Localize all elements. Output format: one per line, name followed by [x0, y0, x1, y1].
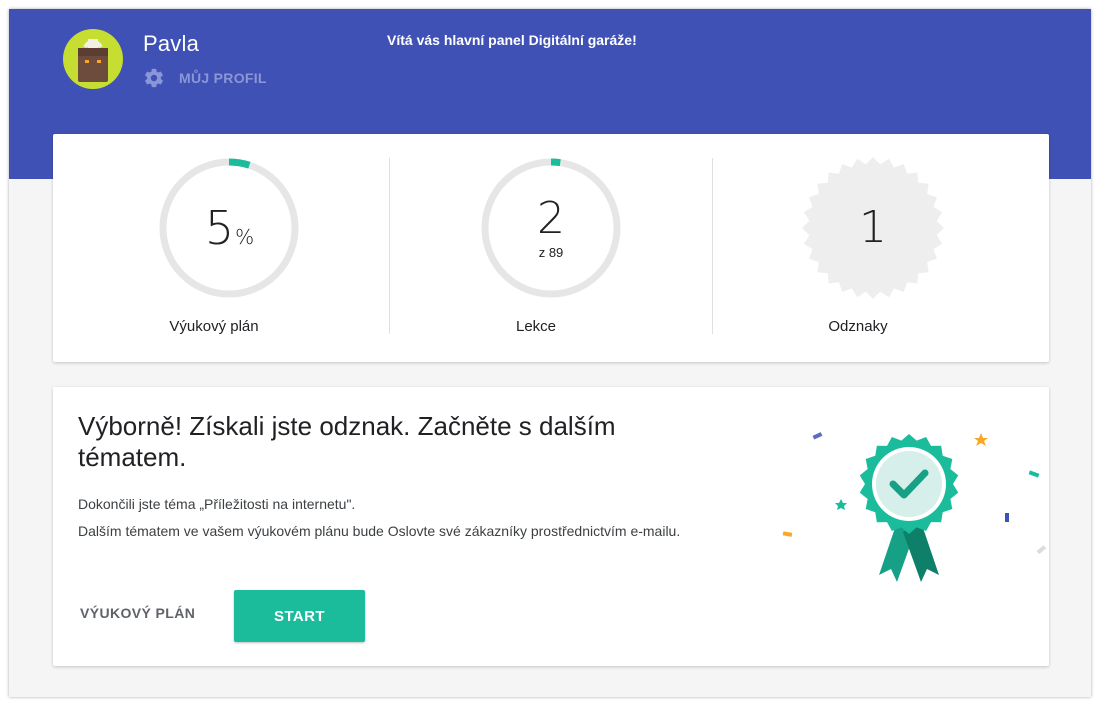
my-profile-link[interactable]: MŮJ PROFIL: [143, 67, 267, 89]
next-topic-card: Výborně! Získali jste odznak. Začněte s …: [53, 387, 1049, 666]
briefcase-avatar-icon: [78, 39, 108, 82]
next-topic-text: Dalším tématem ve vašem výukovém plánu b…: [78, 523, 681, 539]
learning-plan-button[interactable]: VÝUKOVÝ PLÁN: [80, 605, 195, 621]
stat-learning-plan[interactable]: 5% Výukový plán: [53, 134, 375, 362]
my-profile-label: MŮJ PROFIL: [179, 70, 267, 86]
start-button[interactable]: START: [234, 590, 365, 642]
card-heading: Výborně! Získali jste odznak. Začněte s …: [78, 411, 616, 472]
stat-lessons[interactable]: 2 z 89 Lekce: [375, 134, 697, 362]
learning-plan-label: Výukový plán: [169, 318, 259, 335]
stats-card: 5% Výukový plán 2 z 89 Lekce 1 Odznaky: [53, 134, 1049, 362]
lessons-label: Lekce: [515, 318, 557, 335]
card-body: Dokončili jste téma „Příležitosti na int…: [78, 491, 688, 545]
badges-value: 1: [859, 202, 887, 253]
lessons-value-box: 2 z 89: [479, 156, 623, 300]
completed-topic-text: Dokončili jste téma „Příležitosti na int…: [78, 496, 356, 512]
badges-value-box: 1: [801, 156, 945, 300]
welcome-message: Vítá vás hlavní panel Digitální garáže!: [387, 32, 637, 48]
badges-label: Odznaky: [828, 318, 888, 335]
learning-plan-value: 5%: [204, 201, 254, 255]
stat-badges[interactable]: 1 Odznaky: [697, 134, 1019, 362]
learning-plan-number: 5: [204, 201, 234, 255]
dashboard-window: Pavla MŮJ PROFIL Vítá vás hlavní panel D…: [9, 9, 1091, 697]
learning-plan-value-box: 5%: [157, 156, 301, 300]
learning-plan-unit: %: [235, 225, 254, 249]
user-name: Pavla: [143, 31, 200, 56]
award-ribbon-icon: [782, 432, 1047, 582]
lessons-value: 2: [537, 192, 565, 244]
user-avatar[interactable]: [63, 29, 123, 89]
lessons-total: z 89: [538, 244, 564, 260]
gear-icon: [145, 68, 163, 88]
